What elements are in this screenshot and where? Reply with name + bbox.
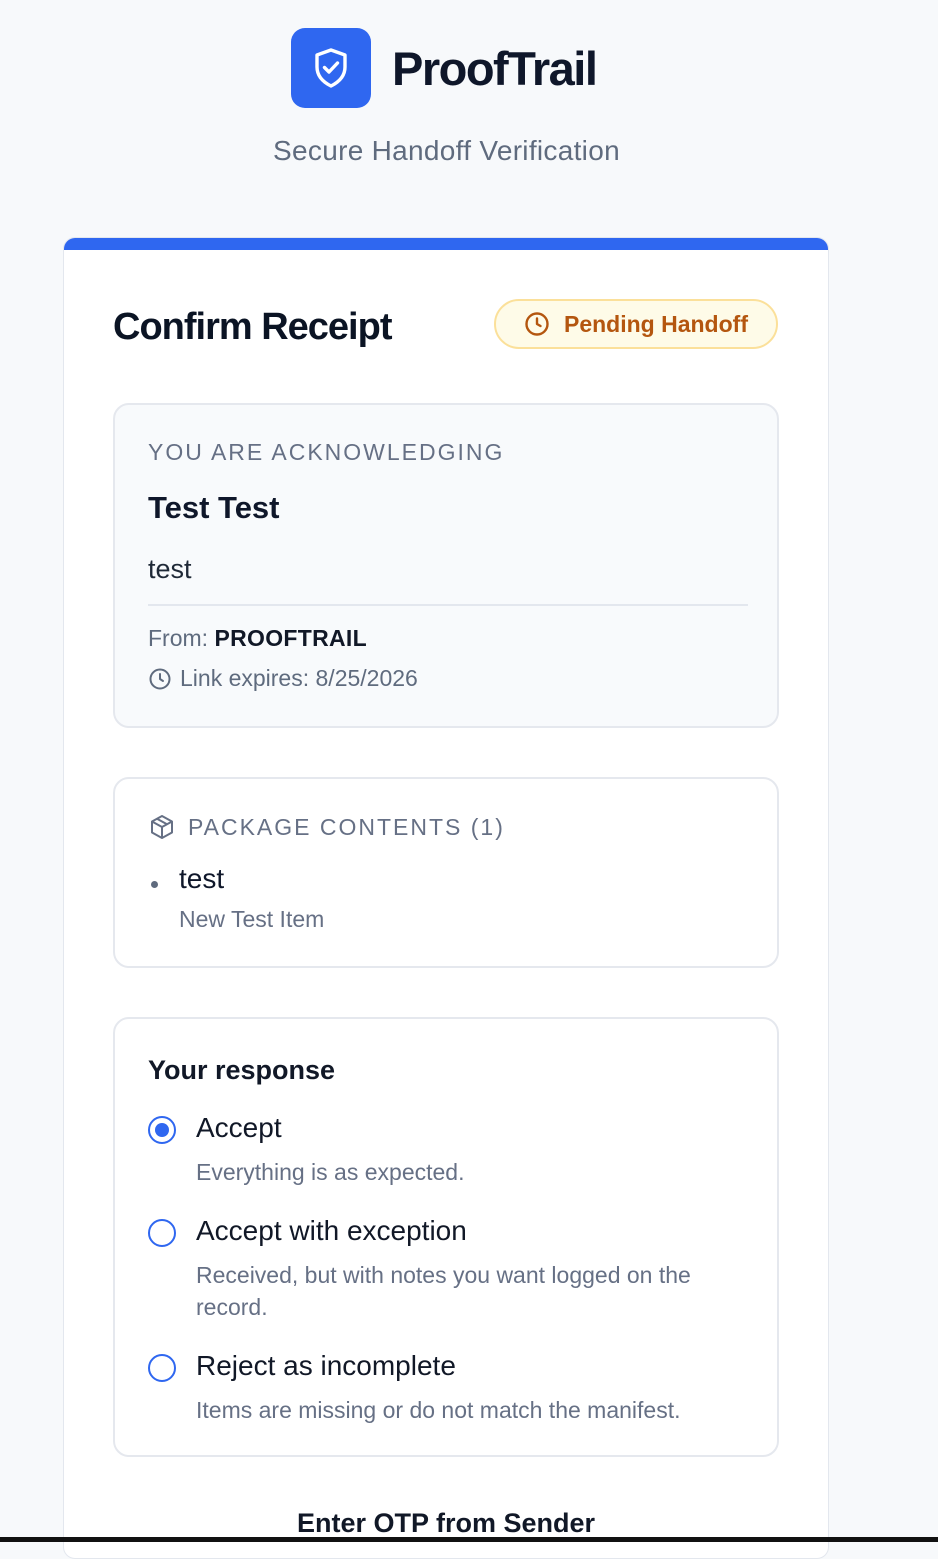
from-value: PROOFTRAIL bbox=[214, 625, 367, 651]
window-bottom-edge bbox=[0, 1537, 938, 1542]
package-icon bbox=[148, 813, 176, 841]
package-item-name: test bbox=[179, 863, 225, 894]
status-badge: Pending Handoff bbox=[494, 299, 778, 349]
accept-with-exception-label: Accept with exception bbox=[196, 1215, 467, 1246]
package-item-description: New Test Item bbox=[179, 906, 325, 932]
response-option-accept[interactable]: Accept Everything is as expected. bbox=[148, 1112, 758, 1186]
response-option-accept-with-exception[interactable]: Accept with exception Received, but with… bbox=[148, 1215, 758, 1320]
package-contents-heading: PACKAGE CONTENTS (1) bbox=[188, 813, 505, 840]
accept-with-exception-radio[interactable] bbox=[148, 1219, 176, 1247]
confirm-receipt-card: Confirm Receipt Pending Handoff YOU ARE … bbox=[63, 237, 829, 1559]
link-expiry-text: Link expires: 8/25/2026 bbox=[180, 665, 418, 691]
reject-label: Reject as incomplete bbox=[196, 1350, 456, 1381]
status-badge-label: Pending Handoff bbox=[564, 310, 748, 337]
recipient-name: Test Test bbox=[148, 490, 280, 525]
accept-with-exception-description: Received, but with notes you want logged… bbox=[196, 1262, 691, 1320]
shield-check-icon bbox=[291, 28, 371, 108]
brand-header: ProofTrail bbox=[291, 28, 598, 108]
link-expiry: Link expires: 8/25/2026 bbox=[148, 665, 418, 692]
accept-label: Accept bbox=[196, 1112, 282, 1143]
page-title: Confirm Receipt bbox=[113, 306, 392, 348]
response-option-reject[interactable]: Reject as incomplete Items are missing o… bbox=[148, 1350, 758, 1424]
reject-radio[interactable] bbox=[148, 1354, 176, 1382]
from-line: From: PROOFTRAIL bbox=[148, 625, 367, 652]
accept-description: Everything is as expected. bbox=[196, 1159, 465, 1185]
otp-label: Enter OTP from Sender bbox=[296, 1508, 596, 1538]
card-accent-bar bbox=[64, 238, 828, 250]
acknowledging-heading: YOU ARE ACKNOWLEDGING bbox=[148, 439, 505, 465]
brand-subtitle: Secure Handoff Verification bbox=[273, 135, 620, 166]
response-panel: Your response Accept Everything is as ex… bbox=[113, 1017, 779, 1457]
clock-icon bbox=[148, 667, 172, 691]
package-contents-panel: PACKAGE CONTENTS (1) test New Test Item bbox=[113, 777, 779, 968]
from-label: From: bbox=[148, 625, 209, 651]
reject-description: Items are missing or do not match the ma… bbox=[196, 1397, 681, 1423]
divider bbox=[148, 604, 748, 606]
brand-name: ProofTrail bbox=[392, 41, 598, 95]
accept-radio[interactable] bbox=[148, 1116, 176, 1144]
package-contents-header: PACKAGE CONTENTS (1) bbox=[148, 813, 505, 841]
acknowledging-panel: YOU ARE ACKNOWLEDGING Test Test test Fro… bbox=[113, 403, 779, 728]
clock-icon bbox=[524, 311, 550, 337]
list-bullet bbox=[151, 881, 158, 888]
handoff-description: test bbox=[148, 554, 192, 584]
response-title: Your response bbox=[148, 1055, 336, 1085]
